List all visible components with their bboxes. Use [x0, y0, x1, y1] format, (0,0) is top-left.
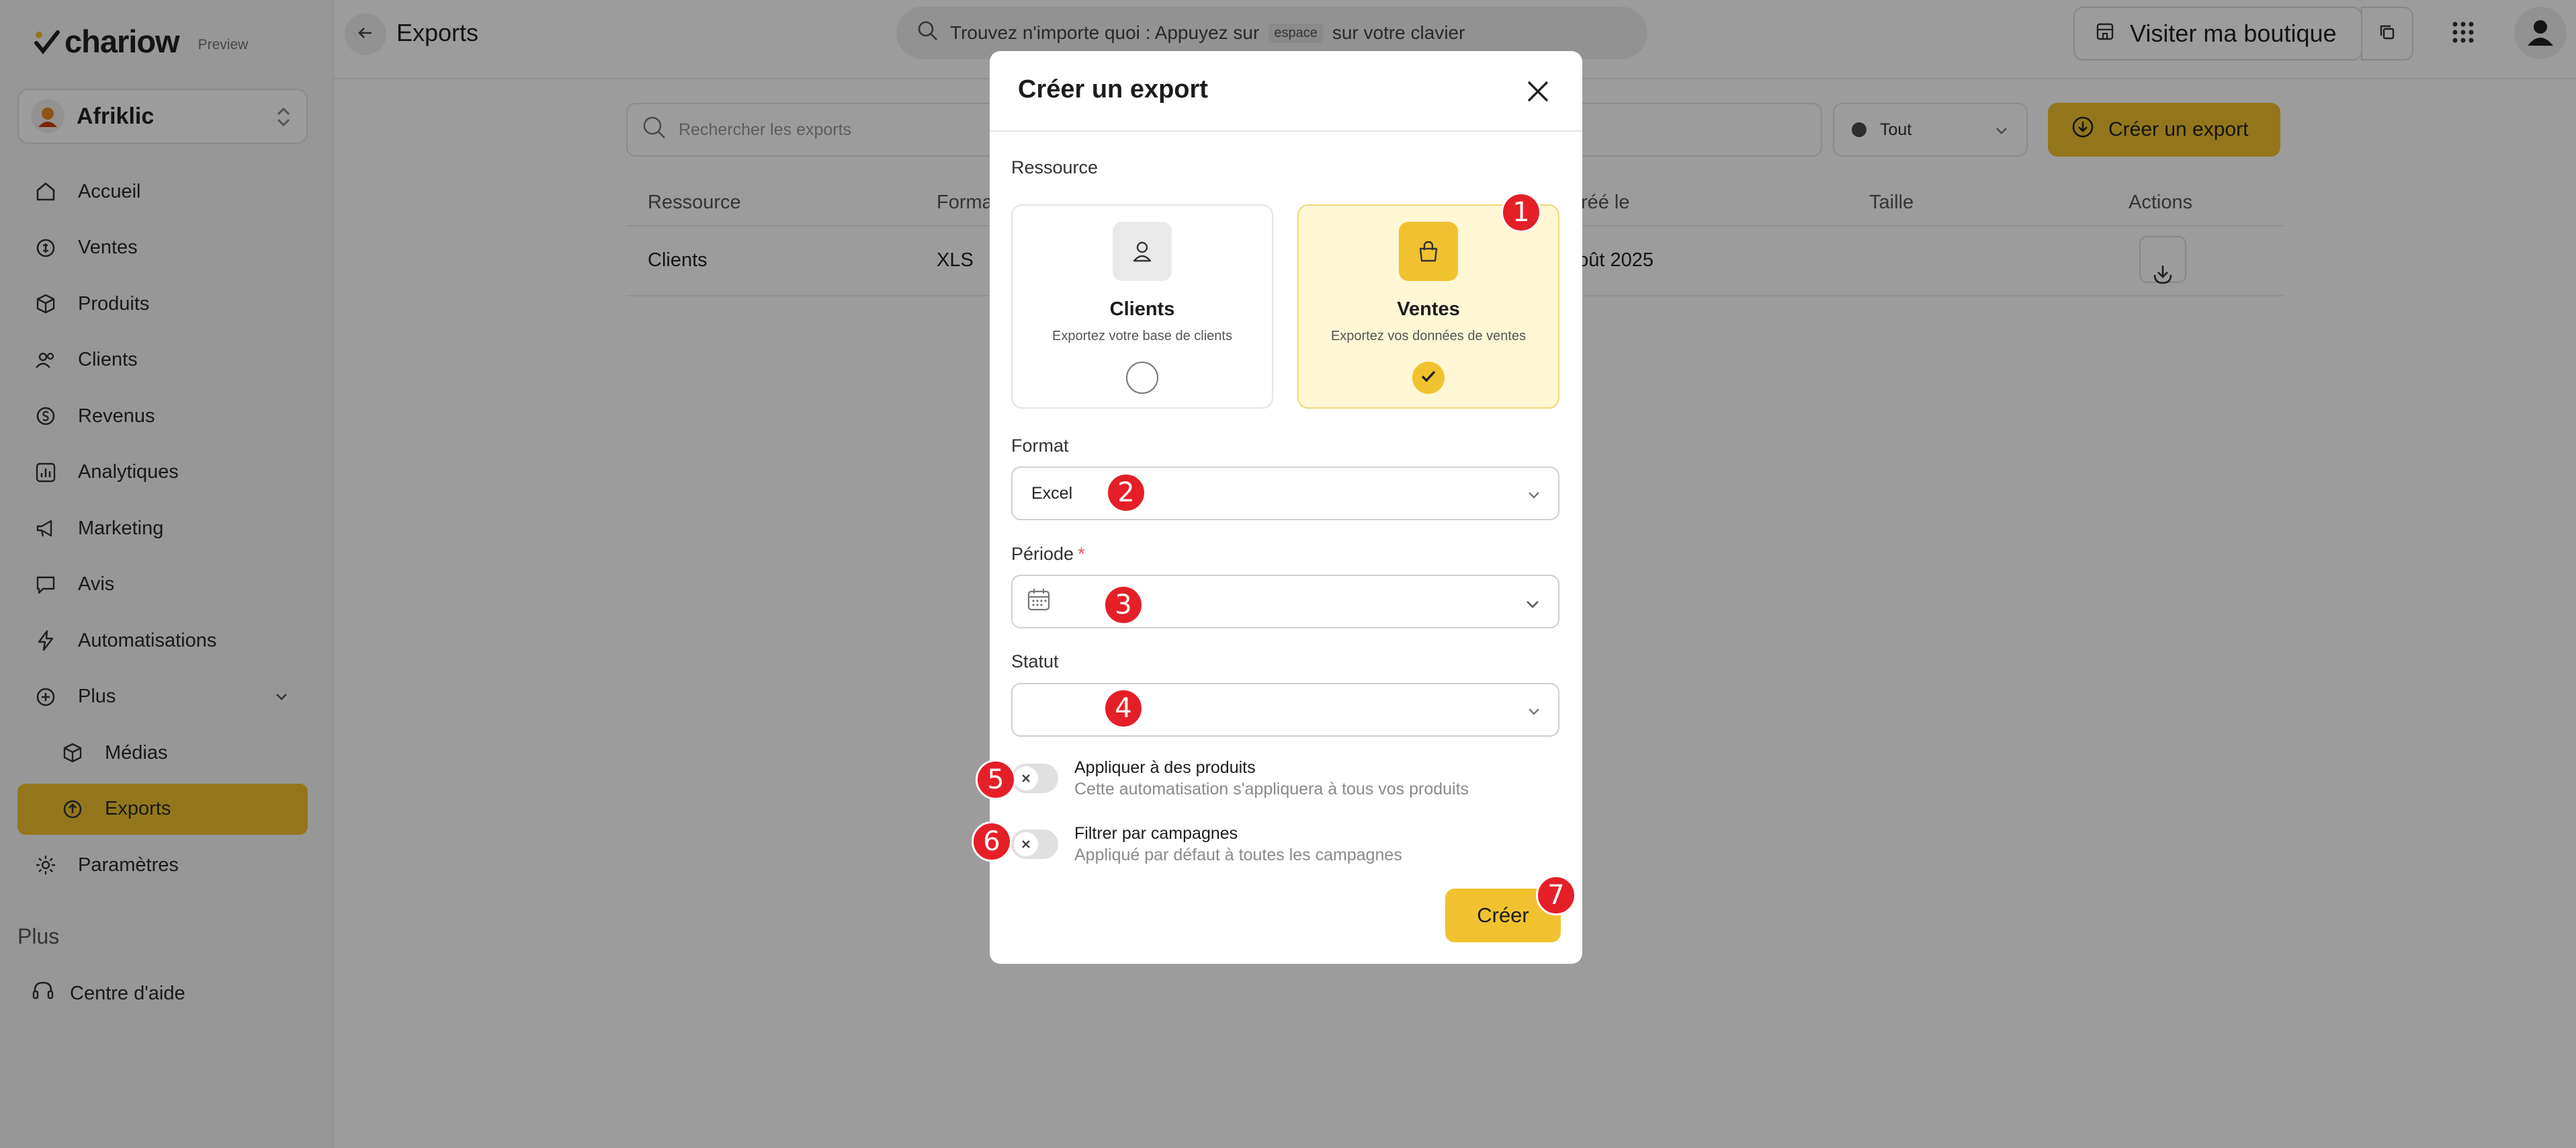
- format-select[interactable]: Excel: [1011, 466, 1559, 520]
- dialog-header: Créer un export: [990, 51, 1582, 132]
- toggle-knob: [1014, 832, 1038, 856]
- resource-radio-checked[interactable]: [1412, 362, 1445, 394]
- dialog-title: Créer un export: [1018, 75, 1208, 104]
- format-label: Format: [1011, 436, 1069, 456]
- toggle-title: Filtrer par campagnes: [1074, 824, 1238, 843]
- user-icon: [1113, 222, 1172, 281]
- resource-name: Clients: [1109, 298, 1175, 320]
- close-icon: [1523, 81, 1553, 109]
- resource-option-clients[interactable]: Clients Exportez votre base de clients: [1011, 204, 1273, 409]
- calendar-icon: [1026, 587, 1051, 617]
- chevron-down-icon: [1523, 595, 1542, 618]
- status-select[interactable]: [1011, 683, 1559, 737]
- annotation-marker-2: 2: [1106, 473, 1146, 513]
- shopping-bag-icon: [1399, 222, 1458, 281]
- annotation-marker-5: 5: [976, 760, 1016, 800]
- annotation-marker-6: 6: [972, 821, 1012, 862]
- resource-option-ventes[interactable]: Ventes Exportez vos données de ventes: [1297, 204, 1559, 409]
- filter-campaigns-toggle[interactable]: [1011, 829, 1058, 859]
- apply-to-products-toggle[interactable]: [1011, 764, 1058, 793]
- status-label: Statut: [1011, 651, 1059, 671]
- resource-label: Ressource: [1011, 157, 1099, 177]
- resource-description: Exportez vos données de ventes: [1330, 329, 1527, 343]
- toggle-knob: [1014, 766, 1038, 790]
- period-label: Période *: [1011, 544, 1085, 565]
- period-select[interactable]: [1011, 575, 1559, 628]
- close-button[interactable]: [1523, 77, 1553, 106]
- required-asterisk: *: [1078, 544, 1085, 564]
- toggle-description: Appliqué par défaut à toutes les campagn…: [1074, 846, 1402, 864]
- resource-description: Exportez votre base de clients: [1052, 329, 1232, 343]
- annotation-marker-4: 4: [1103, 688, 1144, 729]
- period-label-text: Période: [1011, 544, 1074, 564]
- resource-name: Ventes: [1397, 298, 1460, 320]
- chevron-down-icon: [1526, 703, 1542, 724]
- chevron-down-icon: [1526, 487, 1542, 507]
- annotation-marker-7: 7: [1536, 875, 1576, 915]
- annotation-marker-3: 3: [1103, 585, 1144, 625]
- check-icon: [1418, 366, 1439, 390]
- toggle-description: Cette automatisation s'appliquera à tous…: [1074, 780, 1469, 798]
- create-export-dialog: Créer un export Ressource Clients Export…: [990, 51, 1582, 964]
- apply-to-products-row: Appliquer à des produits Cette automatis…: [1011, 758, 1559, 805]
- toggle-title: Appliquer à des produits: [1074, 758, 1256, 777]
- annotation-marker-1: 1: [1501, 192, 1541, 233]
- format-value: Excel: [1031, 483, 1073, 503]
- filter-campaigns-row: Filtrer par campagnes Appliqué par défau…: [1011, 824, 1559, 871]
- resource-radio-unchecked[interactable]: [1126, 362, 1158, 394]
